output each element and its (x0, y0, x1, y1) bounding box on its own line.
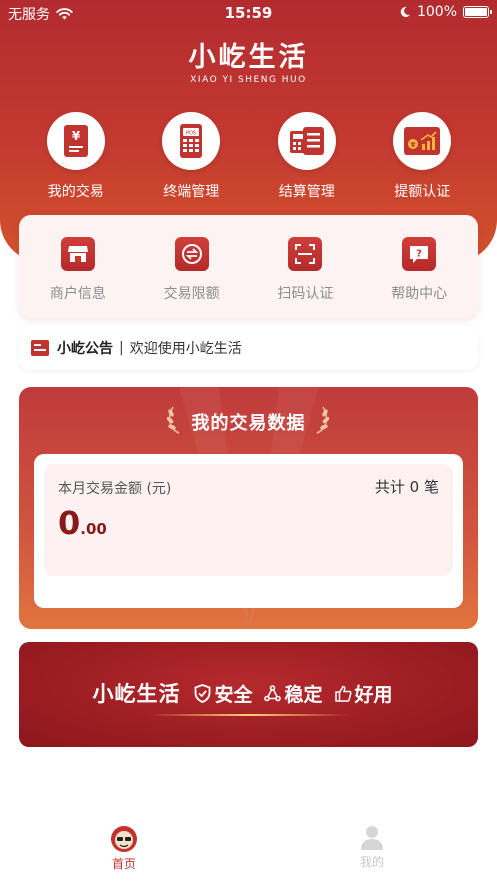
scan-icon (295, 244, 316, 264)
settlement-icon (289, 127, 324, 155)
user-icon (361, 826, 383, 850)
menu-label: 结算管理 (278, 184, 335, 200)
tab-label: 首页 (111, 857, 136, 871)
promo-banner: 小屹生活 安全 稳定 好用 (19, 642, 478, 747)
transaction-count: 共计 0 笔 (374, 478, 439, 496)
menu-terminal-management[interactable]: POS 终端管理 (134, 112, 250, 201)
banner-glow-line (149, 714, 349, 716)
announcement-message: 欢迎使用小屹生活 (129, 341, 242, 357)
network-nodes-icon (264, 684, 282, 701)
banner-brand: 小屹生活 (92, 682, 181, 706)
menu-limit-certification[interactable]: ¥ 提额认证 (365, 112, 481, 201)
announcement-bar[interactable]: 小屹公告 | 欢迎使用小屹生活 (19, 326, 478, 370)
transaction-data-card: 我的交易数据 本月交易金额 (元) 共计 0 笔 0.00 (19, 387, 478, 629)
battery-icon (463, 6, 492, 18)
announcement-icon (31, 340, 49, 356)
announcement-title: 小屹公告 (57, 341, 113, 357)
menu-label: 商户信息 (49, 286, 106, 302)
storefront-icon (67, 246, 88, 262)
banner-feature-safe: 安全 (194, 680, 252, 707)
receipt-yen-icon: ¥ (63, 125, 88, 157)
status-bar: 无服务 15:59 100% (0, 0, 497, 26)
pos-terminal-icon: POS (180, 124, 203, 158)
menu-help-center[interactable]: ? 帮助中心 (362, 215, 476, 318)
menu-my-transactions[interactable]: ¥ 我的交易 (18, 112, 134, 201)
tab-mine[interactable]: 我的 (248, 825, 496, 883)
tab-home[interactable]: 首页 (0, 825, 248, 883)
tab-label: 我的 (359, 855, 384, 869)
home-avatar-icon (111, 826, 137, 852)
menu-label: 终端管理 (163, 184, 220, 200)
top-menu: ¥ 我的交易 POS 终端管理 结算管理 ¥ 提额认证 (18, 112, 480, 201)
tab-bar: 首页 我的 (0, 825, 497, 883)
shield-check-icon (195, 683, 211, 703)
amount-integer: 0 (58, 504, 81, 542)
svg-text:¥: ¥ (72, 129, 81, 143)
menu-merchant-info[interactable]: 商户信息 (21, 215, 135, 318)
exchange-limit-icon (181, 244, 202, 264)
svg-text:?: ? (416, 249, 422, 260)
announcement-separator: | (119, 340, 124, 356)
feature-label: 好用 (354, 683, 393, 706)
amount-decimal: .00 (80, 520, 107, 538)
menu-label: 我的交易 (47, 184, 104, 200)
banner-feature-stable: 稳定 (264, 680, 323, 707)
logo-pinyin: XIAO YI SHENG HUO (190, 75, 307, 85)
secondary-menu: 商户信息 交易限额 扫码认证 ? 帮助中心 (19, 215, 478, 318)
menu-label: 帮助中心 (391, 286, 448, 302)
app-logo: 小屹生活 XIAO YI SHENG HUO (0, 42, 497, 85)
monthly-amount: 0.00 (58, 504, 107, 542)
menu-transaction-limit[interactable]: 交易限额 (135, 215, 249, 318)
limit-raise-chart-icon: ¥ (404, 127, 441, 155)
logo-name: 小屹生活 (188, 42, 309, 73)
menu-settlement-management[interactable]: 结算管理 (249, 112, 365, 201)
data-card-body: 本月交易金额 (元) 共计 0 笔 0.00 (34, 454, 463, 608)
feature-label: 安全 (214, 683, 253, 706)
monthly-amount-label: 本月交易金额 (元) (58, 481, 172, 497)
thumbs-up-icon (334, 685, 352, 702)
banner-feature-easy: 好用 (334, 680, 393, 707)
help-question-icon: ? (410, 246, 429, 263)
menu-label: 交易限额 (163, 286, 220, 302)
laurel-right-icon (316, 406, 330, 434)
monthly-summary[interactable]: 本月交易金额 (元) 共计 0 笔 0.00 (44, 464, 453, 576)
menu-label: 提额认证 (394, 184, 451, 200)
menu-label: 扫码认证 (277, 286, 334, 302)
svg-text:¥: ¥ (411, 141, 416, 149)
moon-icon (400, 6, 410, 17)
data-card-title: 我的交易数据 (191, 413, 306, 434)
feature-label: 稳定 (284, 683, 323, 706)
menu-scan-certification[interactable]: 扫码认证 (249, 215, 363, 318)
battery-percent: 100% (416, 4, 457, 20)
svg-text:POS: POS (186, 131, 196, 137)
